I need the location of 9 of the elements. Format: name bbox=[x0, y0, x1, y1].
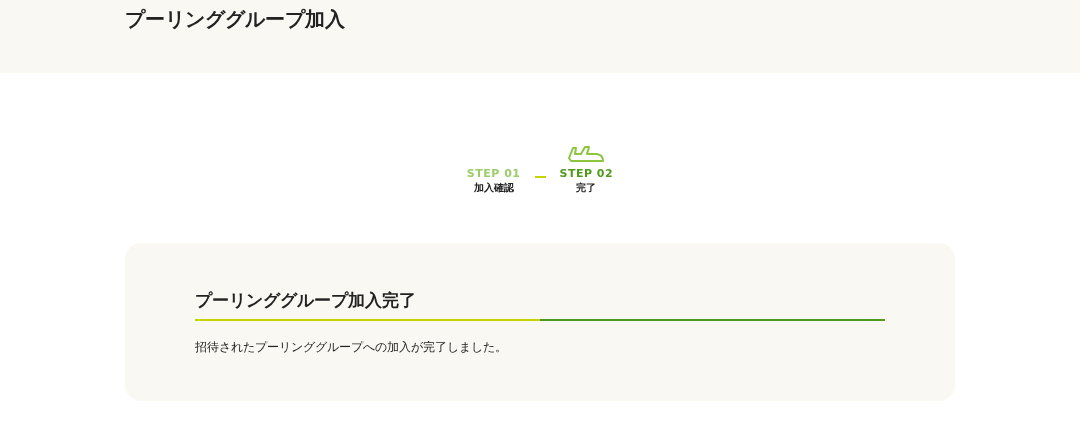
step-label: STEP 01 bbox=[466, 167, 521, 180]
step-name: 完了 bbox=[576, 181, 597, 195]
page-title: プーリンググループ加入 bbox=[125, 6, 346, 33]
airplane-icon bbox=[567, 145, 606, 165]
card-title: プーリンググループ加入完了 bbox=[195, 289, 417, 312]
completion-message: 招待されたプーリンググループへの加入が完了しました。 bbox=[195, 339, 508, 356]
step-connector bbox=[534, 176, 546, 178]
step-label: STEP 02 bbox=[559, 167, 614, 180]
step-name: 加入確認 bbox=[473, 181, 514, 195]
